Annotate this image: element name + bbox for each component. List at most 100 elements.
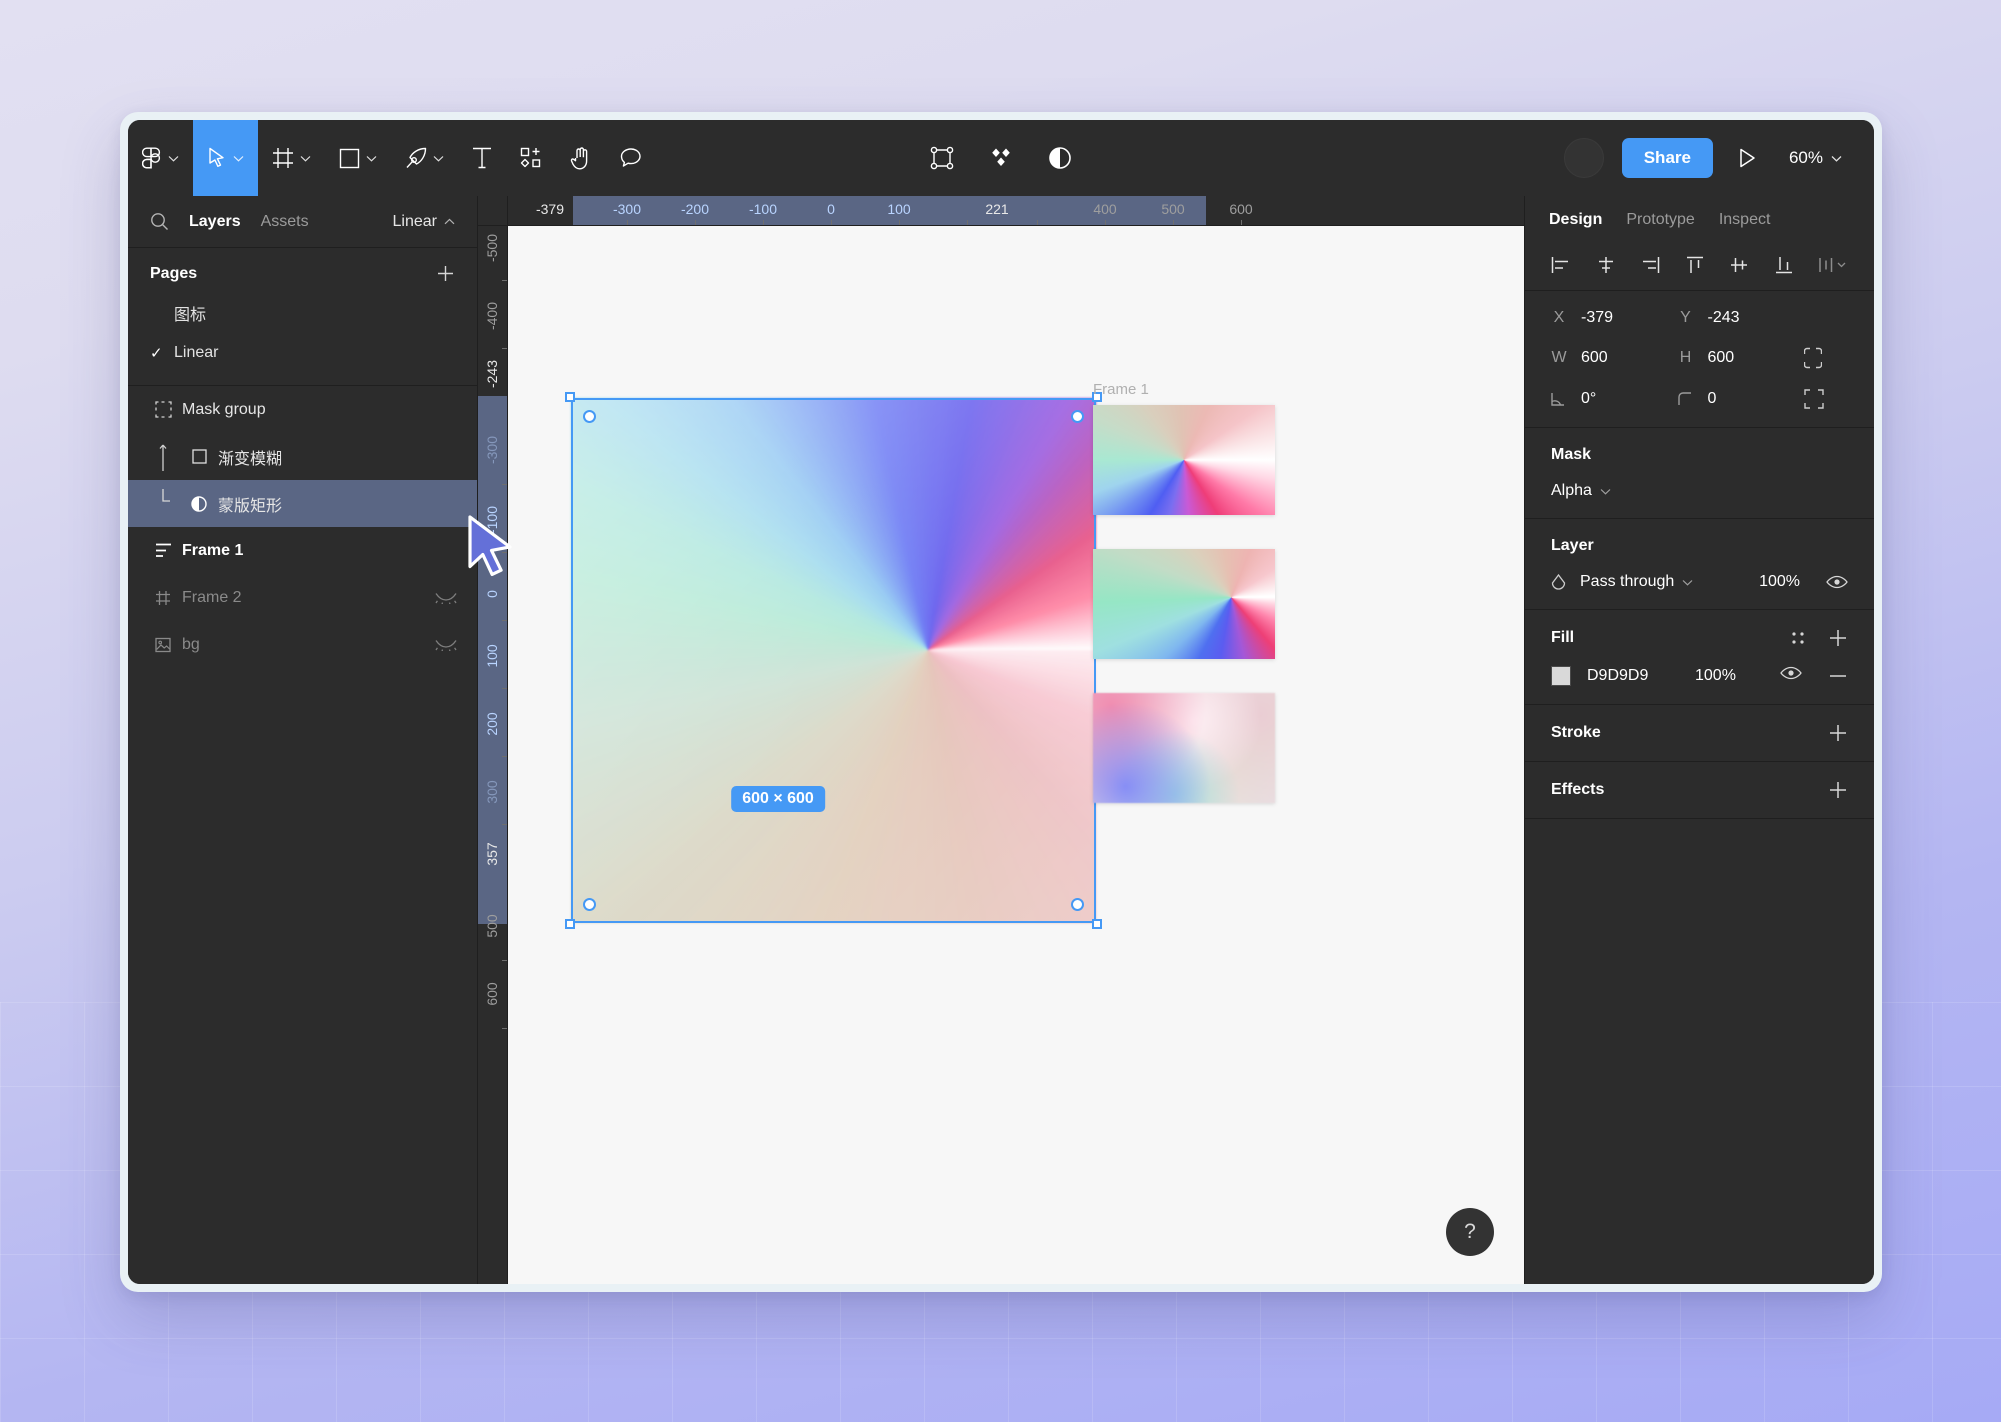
rotation-field[interactable]: 0°	[1551, 390, 1678, 408]
add-fill-button[interactable]	[1828, 628, 1848, 648]
file-name-dropdown[interactable]: Linear	[393, 213, 455, 231]
thumbnail-frame-2[interactable]	[1093, 549, 1275, 659]
thumbnail-column: Frame 1	[1093, 381, 1275, 837]
add-page-button[interactable]	[436, 264, 455, 283]
layer-label: 渐变模糊	[218, 450, 283, 468]
layer-row-bg[interactable]: bg	[128, 621, 477, 668]
chevron-up-icon	[444, 218, 455, 225]
distribute-icon[interactable]	[1818, 256, 1848, 274]
shape-tool-button[interactable]	[325, 120, 391, 196]
fill-item-row[interactable]: D9D9D9 100%	[1551, 666, 1848, 686]
frame-hash-icon	[148, 590, 178, 606]
layer-row-mask-group[interactable]: Mask group	[128, 386, 477, 433]
horizontal-ruler[interactable]: -379 -300 -200 -100 0 100 221 400 500 60…	[478, 196, 1524, 226]
eye-off-icon[interactable]	[435, 639, 457, 651]
ruler-label: -200	[680, 201, 710, 217]
corner-radius-handle-bottom-right[interactable]	[1071, 898, 1084, 911]
x-value: -379	[1581, 309, 1614, 326]
ruler-label: 100	[484, 644, 500, 668]
text-tool-button[interactable]	[458, 120, 506, 196]
fill-visibility-toggle[interactable]	[1780, 666, 1802, 686]
selection-size-badge: 600 × 600	[731, 786, 825, 812]
chevron-down-icon	[1600, 488, 1611, 495]
page-item-icons[interactable]: 图标	[128, 293, 477, 333]
align-vertical-center-icon[interactable]	[1729, 256, 1749, 274]
ruler-corner	[478, 196, 508, 225]
share-button[interactable]: Share	[1621, 138, 1713, 178]
fill-color-swatch[interactable]	[1551, 666, 1571, 686]
constrain-proportions-button[interactable]	[1804, 347, 1848, 369]
layer-visibility-toggle[interactable]	[1826, 575, 1848, 589]
comment-tool-button[interactable]	[606, 120, 656, 196]
search-icon[interactable]	[150, 212, 169, 231]
layer-row-mask-rectangle[interactable]: 蒙版矩形	[128, 480, 477, 527]
vector-edit-button[interactable]	[930, 146, 954, 170]
selected-artboard[interactable]	[565, 392, 1102, 929]
frame-tool-button[interactable]	[258, 120, 325, 196]
align-horizontal-center-icon[interactable]	[1596, 256, 1616, 274]
fill-hex-value[interactable]: D9D9D9	[1587, 667, 1679, 685]
height-field[interactable]: H 600	[1678, 349, 1805, 367]
tab-layers[interactable]: Layers	[189, 213, 241, 231]
zoom-control[interactable]: 60%	[1781, 144, 1850, 172]
layer-row-gradient-blur[interactable]: 渐变模糊	[128, 433, 477, 480]
tab-design[interactable]: Design	[1549, 211, 1602, 229]
add-stroke-button[interactable]	[1828, 723, 1848, 743]
move-tool-button[interactable]	[193, 120, 258, 196]
mask-type-dropdown[interactable]: Alpha	[1551, 482, 1611, 500]
thumbnail-frame-1[interactable]	[1093, 405, 1275, 515]
eye-off-icon[interactable]	[435, 592, 457, 604]
rotation-icon	[1551, 392, 1567, 406]
plugins-diamond-icon	[992, 148, 1010, 166]
ruler-label: 500	[1161, 201, 1185, 217]
corner-radius-field[interactable]: 0	[1678, 390, 1805, 408]
help-button[interactable]: ?	[1446, 1208, 1494, 1256]
plugins-button[interactable]	[988, 146, 1014, 170]
vertical-ruler[interactable]: -500 -400 -243 -300 -100 0 100 200 300 3…	[478, 226, 508, 1284]
user-avatar[interactable]	[1563, 138, 1604, 178]
align-left-icon[interactable]	[1551, 256, 1571, 274]
blend-mode-dropdown[interactable]: Pass through	[1580, 573, 1693, 591]
width-field[interactable]: W 600	[1551, 349, 1678, 367]
present-button[interactable]	[1731, 143, 1763, 173]
tab-assets[interactable]: Assets	[261, 213, 309, 231]
pen-tool-button[interactable]	[391, 120, 458, 196]
align-bottom-icon[interactable]	[1774, 256, 1794, 274]
layer-row-frame-1[interactable]: Frame 1	[128, 527, 477, 574]
corner-radius-handle-bottom-left[interactable]	[583, 898, 596, 911]
y-field[interactable]: Y -243	[1678, 309, 1805, 327]
corner-radius-handle-top-left[interactable]	[583, 410, 596, 423]
align-right-icon[interactable]	[1640, 256, 1660, 274]
remove-fill-button[interactable]	[1828, 666, 1848, 686]
tab-prototype[interactable]: Prototype	[1626, 211, 1694, 229]
resize-handle-bottom-left[interactable]	[565, 919, 575, 929]
canvas[interactable]: 600 × 600 Frame 1 ?	[508, 226, 1524, 1284]
resize-handle-bottom-right[interactable]	[1092, 919, 1102, 929]
figma-menu-button[interactable]	[128, 120, 193, 196]
layers-assets-tabs: Layers Assets Linear	[128, 196, 477, 248]
left-panel: Layers Assets Linear Pages 图标 ✓ Linear M…	[128, 196, 478, 1284]
page-label: 图标	[174, 307, 207, 324]
ruler-label: -500	[484, 233, 500, 263]
design-prototype-inspect-tabs: Design Prototype Inspect	[1525, 196, 1874, 244]
frame-icon	[273, 148, 293, 168]
layer-opacity-value[interactable]: 100%	[1759, 573, 1800, 591]
hand-tool-button[interactable]	[556, 120, 606, 196]
independent-corners-icon	[1804, 389, 1824, 409]
resize-handle-top-left[interactable]	[565, 392, 575, 402]
layer-section: Layer Pass through 100%	[1525, 519, 1874, 610]
fill-style-button[interactable]	[1790, 630, 1806, 646]
independent-corners-button[interactable]	[1804, 389, 1848, 409]
align-top-icon[interactable]	[1685, 256, 1705, 274]
fill-opacity-value[interactable]: 100%	[1695, 667, 1755, 685]
page-item-linear[interactable]: ✓ Linear	[128, 333, 477, 373]
add-effect-button[interactable]	[1828, 780, 1848, 800]
contrast-button[interactable]	[1048, 146, 1072, 170]
corner-radius-handle-top-right[interactable]	[1071, 410, 1084, 423]
resources-button[interactable]	[506, 120, 556, 196]
x-field[interactable]: X -379	[1551, 309, 1678, 327]
thumbnail-frame-3[interactable]	[1093, 693, 1275, 803]
layer-row-frame-2[interactable]: Frame 2	[128, 574, 477, 621]
tab-inspect[interactable]: Inspect	[1719, 211, 1771, 229]
mask-title: Mask	[1551, 446, 1592, 463]
